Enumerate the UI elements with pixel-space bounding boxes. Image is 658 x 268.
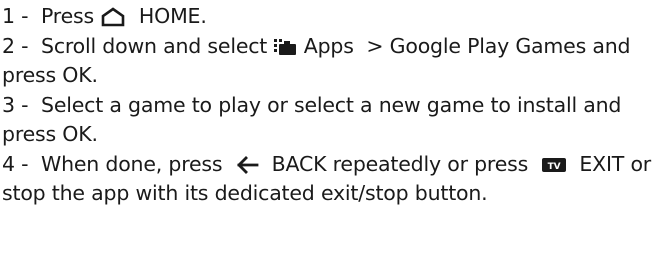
step-text: Scroll down and select: [41, 33, 268, 58]
step-3: 3 - Select a game to play or select a ne…: [2, 91, 658, 150]
step-text: When done, press: [41, 151, 223, 176]
step-number: 2 -: [2, 33, 29, 58]
apps-folder-icon: [273, 38, 297, 56]
apps-label: Apps: [303, 33, 354, 58]
back-label: BACK: [271, 151, 327, 176]
menu-path: > Google Play Games: [366, 33, 587, 58]
back-arrow-icon: [235, 155, 259, 174]
ok-label: OK: [62, 122, 92, 146]
step-number: 3 -: [2, 92, 29, 117]
step-2: 2 - Scroll down and select Apps > Google…: [2, 32, 658, 91]
step-text: Press: [41, 4, 94, 28]
ok-label: OK: [62, 63, 92, 87]
step-number: 1 -: [2, 4, 29, 28]
exit-label: EXIT: [579, 151, 625, 176]
period: .: [91, 122, 98, 146]
svg-text:TV: TV: [547, 162, 560, 172]
step-1: 1 - Press HOME.: [2, 2, 658, 32]
step-number: 4 -: [2, 151, 29, 176]
period: .: [91, 63, 98, 87]
tv-icon: TV: [541, 157, 567, 173]
step-text: repeatedly or press: [332, 151, 529, 176]
instruction-list: 1 - Press HOME. 2 - Scroll down and sele…: [0, 0, 658, 209]
home-label: HOME.: [138, 4, 207, 28]
step-4: 4 - When done, press BACK repeatedly or …: [2, 150, 658, 209]
home-icon: [100, 7, 126, 27]
